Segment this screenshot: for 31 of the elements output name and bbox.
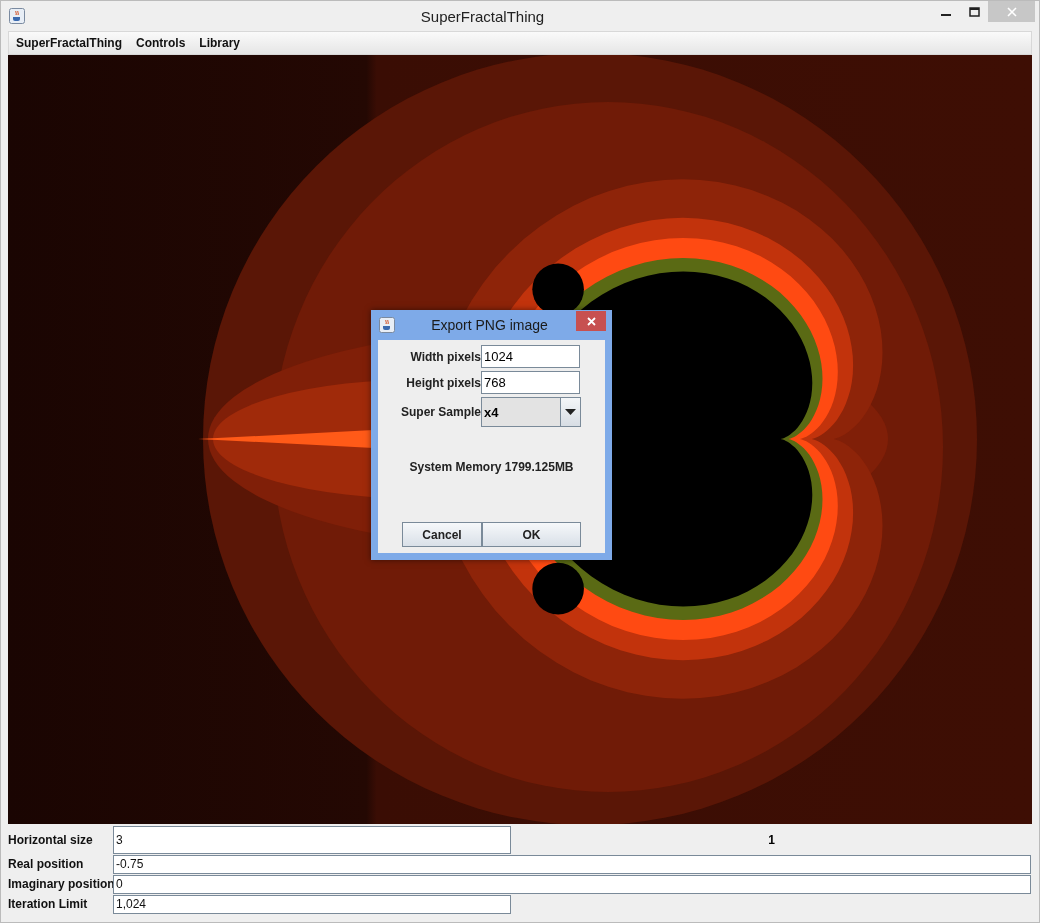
dropdown[interactable]: x4	[481, 397, 581, 427]
value-text: 1	[767, 832, 776, 847]
memory-text: System Memory 1799.125MB	[409, 460, 574, 474]
input-field[interactable]: 768	[481, 371, 580, 394]
dialog-button[interactable]: OK	[482, 522, 581, 547]
dialog-button[interactable]: Cancel	[402, 522, 482, 547]
input-field[interactable]: 3	[113, 825, 511, 854]
input-field[interactable]: 1024	[481, 345, 580, 368]
coffee-cup-icon	[9, 8, 25, 24]
input-field[interactable]: 1,024	[113, 894, 511, 914]
maximize-icon	[968, 6, 980, 17]
menu-item[interactable]: Controls	[129, 36, 193, 50]
caret-icon	[565, 409, 576, 415]
menu-item[interactable]: SuperFractalThing	[9, 36, 129, 50]
field-label: Real position	[8, 857, 85, 871]
field-label: Super Sample	[399, 405, 481, 419]
coffee-cup-icon	[379, 317, 395, 333]
close-icon	[1006, 6, 1017, 17]
window-title: SuperFractalThing	[419, 7, 546, 25]
field-label: Height pixels	[405, 375, 481, 390]
input-field[interactable]: 0	[113, 874, 1031, 894]
field-label: Width pixels	[409, 349, 481, 364]
dialog-title: Export PNG image	[430, 317, 549, 333]
field-label: Horizontal size	[8, 832, 94, 847]
input-field[interactable]: -0.75	[113, 854, 1031, 874]
menu-item[interactable]: Library	[192, 36, 248, 50]
field-label: Imaginary position	[8, 877, 113, 891]
close-button[interactable]	[576, 311, 606, 331]
minimize-icon	[941, 13, 951, 16]
close-icon	[586, 316, 596, 326]
field-label: Iteration Limit	[8, 897, 89, 911]
